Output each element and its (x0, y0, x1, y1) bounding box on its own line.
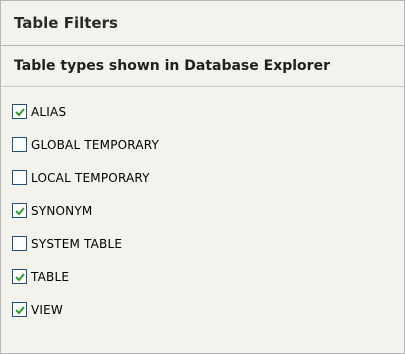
checkbox[interactable] (12, 302, 27, 317)
checkbox[interactable] (12, 104, 27, 119)
checkbox-label: VIEW (31, 302, 63, 317)
checkbox-label: GLOBAL TEMPORARY (31, 137, 160, 152)
checkbox-item-synonym[interactable]: SYNONYM (1, 194, 404, 227)
checkbox-label: SYNONYM (31, 203, 93, 218)
table-filters-panel: Table Filters Table types shown in Datab… (0, 0, 405, 354)
table-type-list: ALIAS GLOBAL TEMPORARY LOCAL TEMPORARY S… (1, 87, 404, 326)
checkbox[interactable] (12, 203, 27, 218)
checkmark-icon (15, 207, 25, 216)
checkbox-item-global-temporary[interactable]: GLOBAL TEMPORARY (1, 128, 404, 161)
checkmark-icon (15, 108, 25, 117)
checkbox-label: ALIAS (31, 104, 67, 119)
checkbox-item-alias[interactable]: ALIAS (1, 95, 404, 128)
checkmark-icon (15, 273, 25, 282)
checkbox-item-local-temporary[interactable]: LOCAL TEMPORARY (1, 161, 404, 194)
checkbox-label: SYSTEM TABLE (31, 236, 123, 251)
checkbox-label: LOCAL TEMPORARY (31, 170, 150, 185)
checkbox-item-view[interactable]: VIEW (1, 293, 404, 326)
section-title: Table types shown in Database Explorer (14, 58, 330, 74)
checkbox-label: TABLE (31, 269, 70, 284)
checkbox[interactable] (12, 269, 27, 284)
table-types-section: Table types shown in Database Explorer (1, 46, 404, 86)
checkbox[interactable] (12, 236, 27, 251)
checkbox[interactable] (12, 170, 27, 185)
checkbox[interactable] (12, 137, 27, 152)
panel-title: Table Filters (1, 1, 404, 45)
checkbox-item-system-table[interactable]: SYSTEM TABLE (1, 227, 404, 260)
checkbox-item-table[interactable]: TABLE (1, 260, 404, 293)
checkmark-icon (15, 306, 25, 315)
